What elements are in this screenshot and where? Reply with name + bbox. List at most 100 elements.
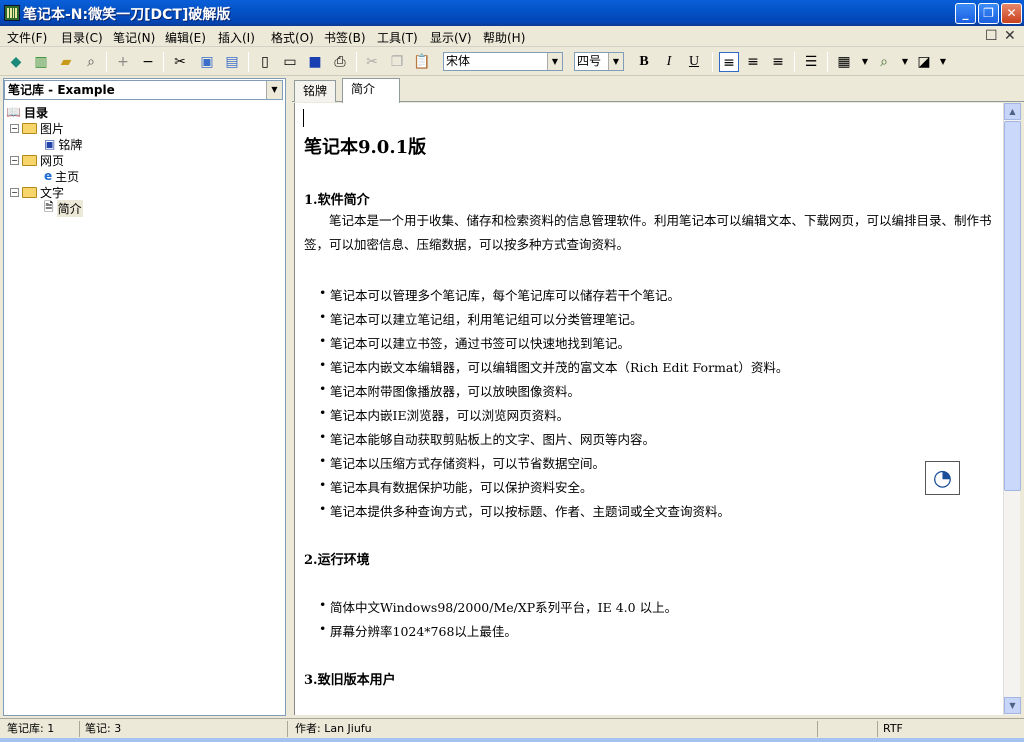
chevron-down-icon[interactable]: ▼ [266, 81, 282, 99]
bullet-list-icon[interactable]: ☰ [801, 52, 821, 72]
list-item: 笔记本内嵌IE浏览器，可以浏览网页资料。 [319, 405, 569, 424]
tree-item-nameplate[interactable]: ▣ 铭牌 [44, 136, 82, 152]
mdi-close-icon[interactable]: ✕ [1004, 28, 1016, 44]
close-button[interactable]: ✕ [1001, 3, 1022, 24]
copy-icon[interactable]: ❐ [387, 52, 407, 72]
env-line-1: 简体中文Windows98/2000/Me/XP系列平台，IE 4.0 以上。 [319, 597, 677, 616]
minimize-button[interactable]: _ [955, 3, 976, 24]
chevron-down-icon[interactable]: ▼ [547, 53, 562, 70]
book-icon: 📖 [6, 105, 21, 119]
font-value: 宋体 [446, 54, 471, 68]
cut-tool-icon[interactable]: ✂ [170, 52, 190, 72]
tab-nameplate[interactable]: 铭牌 [294, 80, 337, 102]
collapse-icon[interactable]: − [10, 155, 19, 165]
menu-catalog[interactable]: 目录(C) [61, 29, 103, 46]
menu-tools[interactable]: 工具(T) [377, 29, 418, 46]
section-heading-1: 1.软件简介 [304, 193, 370, 208]
folder-icon [22, 154, 37, 166]
collapse-icon[interactable]: − [10, 187, 19, 197]
window-title: 笔记本-N:微笑一刀[DCT]破解版 [23, 7, 231, 23]
app-icon [4, 5, 20, 21]
align-center-icon[interactable]: ≡ [743, 52, 763, 72]
library-select[interactable]: 笔记库 - Example ▼ [4, 80, 283, 100]
list-item: 笔记本附带图像播放器，可以放映图像资料。 [319, 381, 580, 400]
tree-item-home[interactable]: e 主页 [44, 168, 79, 184]
chevron-down-icon[interactable]: ▼ [933, 52, 953, 72]
toolbar: ◆ ▥ ▰ ⌕ + − ✂ ▣ ▤ ▯ ▭ ■ ⎙ ✂ ❐ 📋 宋体 ▼ 四号 … [0, 48, 1024, 76]
tree-item-intro[interactable]: 🗎 简介 [44, 199, 83, 217]
section-heading-2: 2.运行环境 [304, 553, 370, 568]
pane-splitter[interactable] [287, 78, 292, 716]
menu-note[interactable]: 笔记(N) [113, 29, 155, 46]
menu-help[interactable]: 帮助(H) [483, 29, 525, 46]
env-line-2: 屏幕分辨率1024*768以上最佳。 [319, 621, 517, 640]
status-format: RTF [883, 722, 903, 735]
status-blank [818, 721, 878, 737]
image-icon: ▣ [44, 137, 56, 151]
cut-icon[interactable]: ✂ [362, 52, 382, 72]
text-caret [303, 109, 304, 127]
find-icon[interactable]: ⌕ [874, 52, 894, 72]
menu-edit[interactable]: 编辑(E) [165, 29, 206, 46]
editor-area[interactable]: 笔记本9.0.1版 1.软件简介 笔记本是一个用于收集、储存和检索资料的信息管理… [294, 103, 1003, 715]
doc-title: 笔记本9.0.1版 [304, 137, 427, 158]
folder-icon [22, 122, 37, 134]
mdi-restore-icon[interactable]: ☐ [985, 28, 998, 44]
bottom-edge [0, 738, 1024, 742]
list-item: 笔记本可以建立书签，通过书签可以快速地找到笔记。 [319, 333, 630, 352]
align-right-icon[interactable]: ≡ [768, 52, 788, 72]
tab-intro[interactable]: 简介 [342, 78, 400, 103]
floating-logo-icon[interactable]: ◔ [925, 461, 960, 495]
scroll-down-icon[interactable]: ▼ [1004, 697, 1021, 714]
properties-icon[interactable]: ▣ [197, 52, 217, 72]
align-left-icon[interactable]: ≡ [719, 52, 739, 72]
tree-root[interactable]: 📖 目录 [6, 104, 48, 120]
scroll-up-icon[interactable]: ▲ [1004, 103, 1021, 120]
folder-icon[interactable]: ▰ [56, 52, 76, 72]
vertical-scrollbar[interactable]: ▲ ▼ [1003, 103, 1021, 715]
search-icon[interactable]: ⌕ [81, 52, 101, 72]
tree-folder-web[interactable]: − 网页 [10, 152, 64, 168]
intro-paragraph: 笔记本是一个用于收集、储存和检索资料的信息管理软件。利用笔记本可以编辑文本、下载… [304, 213, 992, 252]
scroll-thumb[interactable] [1004, 121, 1021, 491]
chevron-down-icon[interactable]: ▼ [855, 52, 875, 72]
italic-button[interactable]: I [659, 52, 679, 72]
font-select[interactable]: 宋体 ▼ [443, 52, 563, 71]
chevron-down-icon[interactable]: ▼ [608, 53, 623, 70]
collapse-icon[interactable]: − [10, 123, 19, 133]
list-item: 笔记本能够自动获取剪贴板上的文字、图片、网页等内容。 [319, 429, 655, 448]
menu-format[interactable]: 格式(O) [271, 29, 314, 46]
menu-file[interactable]: 文件(F) [7, 29, 47, 46]
library-icon[interactable]: ◆ [6, 52, 26, 72]
bold-button[interactable]: B [634, 52, 654, 72]
open-icon[interactable]: ▭ [280, 52, 300, 72]
ie-icon: e [44, 169, 53, 183]
font-size-select[interactable]: 四号 ▼ [574, 52, 624, 71]
list-item: 笔记本可以管理多个笔记库，每个笔记库可以储存若干个笔记。 [319, 285, 680, 304]
maximize-button[interactable]: ❐ [978, 3, 999, 24]
save-icon[interactable]: ■ [305, 52, 325, 72]
new-page-icon[interactable]: ▯ [255, 52, 275, 72]
tree-folder-text[interactable]: − 文字 [10, 184, 64, 200]
open-book-icon[interactable]: ▥ [31, 52, 51, 72]
status-author: 作者: Lan Jiufu [290, 721, 818, 737]
style-icon[interactable]: ◪ [914, 52, 934, 72]
chevron-down-icon[interactable]: ▼ [895, 52, 915, 72]
menu-bookmark[interactable]: 书签(B) [324, 29, 366, 46]
tree-folder-images[interactable]: − 图片 [10, 120, 64, 136]
status-bar: 笔记库: 1 笔记: 3 作者: Lan Jiufu RTF [0, 718, 1024, 738]
section-heading-3: 3.致旧版本用户 [304, 673, 396, 688]
menu-insert[interactable]: 插入(I) [218, 29, 255, 46]
list-item: 笔记本提供多种查询方式，可以按标题、作者、主题词或全文查询资料。 [319, 501, 730, 520]
document-icon: 🗎 [44, 199, 54, 214]
add-icon[interactable]: + [113, 52, 133, 72]
status-note-count: 笔记: 3 [80, 721, 288, 737]
underline-button[interactable]: U [684, 52, 704, 72]
settings-icon[interactable]: ▤ [222, 52, 242, 72]
paste-icon[interactable]: 📋 [412, 52, 432, 72]
print-icon[interactable]: ⎙ [330, 52, 350, 72]
menu-view[interactable]: 显示(V) [430, 29, 472, 46]
paragraph-icon[interactable]: ▦ [834, 52, 854, 72]
list-item: 笔记本内嵌文本编辑器，可以编辑图文并茂的富文本（Rich Edit Format… [319, 357, 788, 376]
remove-icon[interactable]: − [138, 52, 158, 72]
